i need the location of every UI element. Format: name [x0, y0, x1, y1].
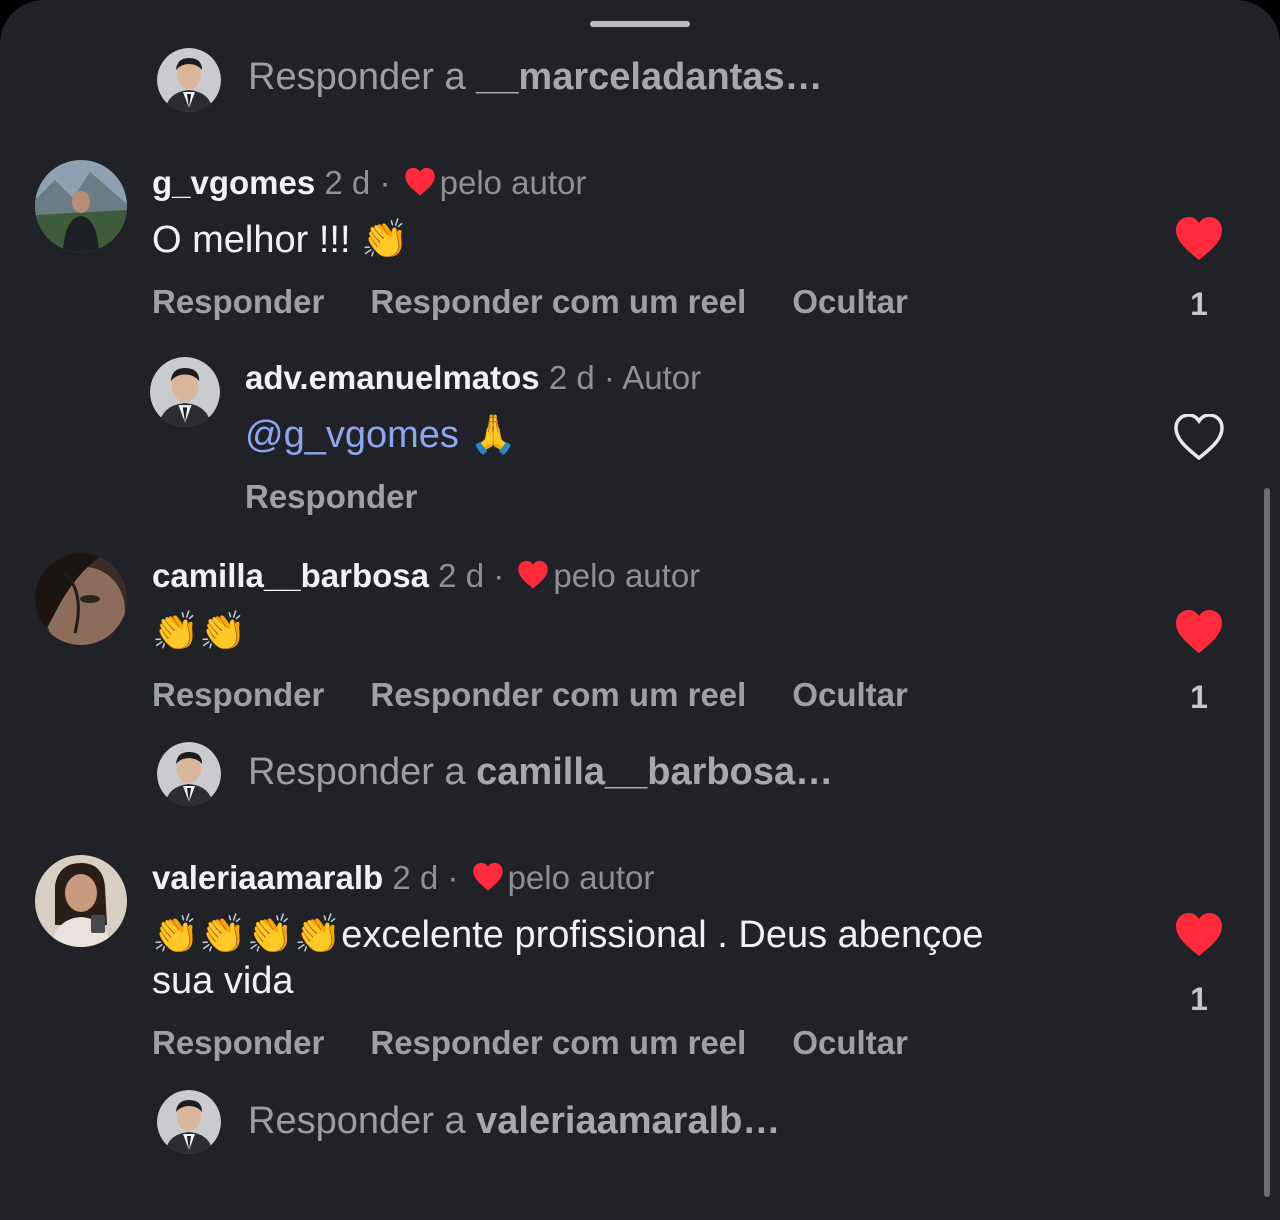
hide-button[interactable]: Ocultar [792, 283, 908, 320]
hide-button[interactable]: Ocultar [792, 676, 908, 713]
comment-actions: Responder Responder com um reel Ocultar [152, 1024, 954, 1062]
reply-with-reel-button[interactable]: Responder com um reel [370, 1024, 746, 1061]
reply-prompt-label: Responder a [248, 56, 477, 98]
username[interactable]: valeriaamaralb [152, 859, 383, 896]
reply-target: __marceladantas… [476, 56, 823, 98]
timestamp: 2 d · [324, 164, 391, 201]
avatar-g-vgomes[interactable] [35, 160, 127, 252]
heart-icon [472, 862, 503, 891]
scrollbar[interactable] [1264, 488, 1270, 1197]
author-avatar [157, 742, 221, 806]
reply-button[interactable]: Responder [152, 283, 324, 320]
comment-text-line2: sua vida [152, 960, 294, 1002]
author-badge: Autor [622, 359, 702, 396]
reply-button[interactable]: Responder [245, 478, 417, 515]
comment-body: O melhor !!! [152, 219, 351, 261]
reply-input-camilla[interactable]: Responder a camilla__barbosa… [248, 751, 833, 794]
mention-link[interactable]: @g_vgomes [245, 414, 459, 456]
drag-handle[interactable] [590, 21, 690, 27]
avatar-valeriaamaralb[interactable] [35, 855, 127, 947]
reply-input-marceladantas[interactable]: Responder a __marceladantas… [248, 56, 823, 99]
liked-by-author-label: pelo autor [507, 859, 655, 896]
like-heart-icon[interactable] [1174, 912, 1224, 958]
like-heart-outline-icon[interactable] [1174, 414, 1224, 460]
comment-actions: Responder Responder com um reel Ocultar [152, 283, 954, 321]
like-count: 1 [1190, 981, 1208, 1017]
author-avatar [157, 48, 221, 112]
clapping-hands-emoji: 👏👏 [152, 611, 247, 653]
author-avatar[interactable] [150, 357, 220, 427]
like-count: 1 [1190, 286, 1208, 322]
liked-by-author-label: pelo autor [553, 557, 701, 594]
clapping-hands-emoji: 👏 [361, 219, 409, 261]
reply-prompt-label: Responder a [248, 1100, 477, 1142]
heart-icon [404, 167, 435, 196]
reply-button[interactable]: Responder [152, 1024, 324, 1061]
timestamp: 2 d · [438, 557, 505, 594]
reply-button[interactable]: Responder [152, 676, 324, 713]
liked-by-author-label: pelo autor [439, 164, 587, 201]
reply-text: @g_vgomes 🙏 [245, 413, 517, 457]
reply-input-valeria[interactable]: Responder a valeriaamaralb… [248, 1100, 780, 1143]
comment-actions: Responder Responder com um reel Ocultar [152, 676, 954, 714]
comment-meta: camilla__barbosa 2 d · pelo autor [152, 557, 700, 595]
comment-meta: g_vgomes 2 d · pelo autor [152, 164, 586, 202]
comments-sheet: Responder a __marceladantas… g_vgomes 2 … [0, 0, 1280, 1220]
reply-prompt-label: Responder a [248, 751, 477, 793]
comment-meta: valeriaamaralb 2 d · pelo autor [152, 859, 654, 897]
reply-target: camilla__barbosa… [476, 751, 834, 793]
timestamp: 2 d · [392, 859, 459, 896]
clapping-hands-emoji: 👏👏👏👏 [152, 914, 342, 956]
author-avatar [157, 1090, 221, 1154]
like-heart-icon[interactable] [1174, 216, 1224, 262]
like-count: 1 [1190, 679, 1208, 715]
timestamp: 2 d · [548, 359, 615, 396]
reply-meta: adv.emanuelmatos 2 d · Autor [245, 359, 701, 397]
reply-with-reel-button[interactable]: Responder com um reel [370, 283, 746, 320]
comment-body: excelente profissional . Deus abençoe [341, 914, 984, 956]
username[interactable]: adv.emanuelmatos [245, 359, 540, 396]
avatar-camilla-barbosa[interactable] [35, 553, 127, 645]
hide-button[interactable]: Ocultar [792, 1024, 908, 1061]
comment-text: 👏👏 [152, 610, 247, 654]
reply-actions: Responder [245, 478, 463, 516]
folded-hands-emoji: 🙏 [469, 414, 517, 456]
reply-with-reel-button[interactable]: Responder com um reel [370, 676, 746, 713]
like-heart-icon[interactable] [1174, 609, 1224, 655]
heart-icon [518, 560, 549, 589]
comment-text: O melhor !!! 👏 [152, 218, 408, 262]
comment-text: 👏👏👏👏excelente profissional . Deus abenço… [152, 913, 983, 957]
username[interactable]: g_vgomes [152, 164, 315, 201]
username[interactable]: camilla__barbosa [152, 557, 429, 594]
reply-target: valeriaamaralb… [476, 1100, 781, 1142]
